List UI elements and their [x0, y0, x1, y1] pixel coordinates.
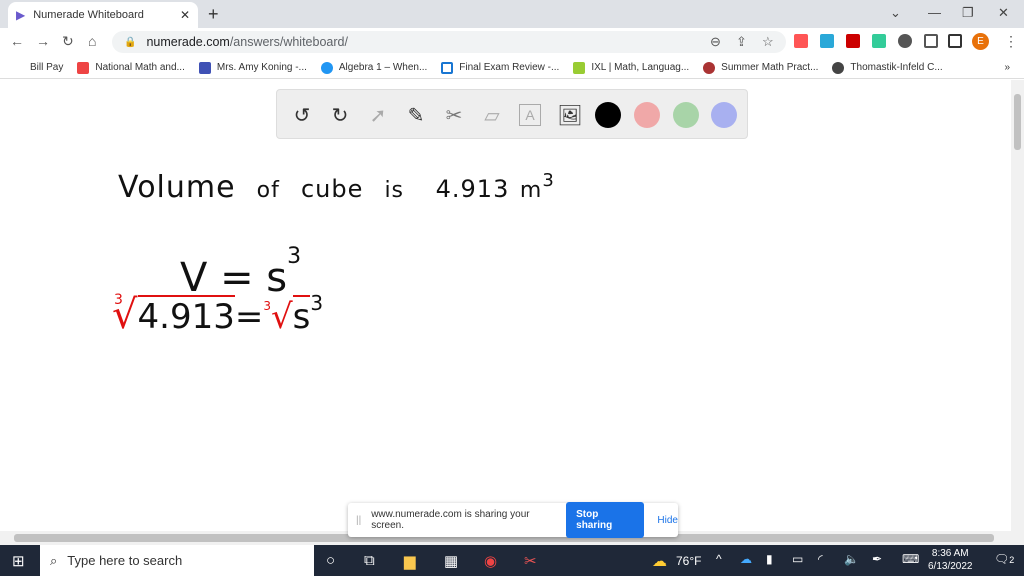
whiteboard-canvas[interactable]: Volume of cube is 4.913 m3 V = s3 3 √4.9…	[0, 80, 1011, 545]
handwritten-line-volume: Volume of cube is 4.913 m3	[118, 170, 555, 205]
drag-handle-icon[interactable]: ||	[356, 515, 361, 526]
cortana-icon[interactable]: ○	[326, 552, 335, 569]
bookmark-icon	[441, 61, 454, 74]
vertical-scrollbar[interactable]	[1011, 80, 1024, 545]
windows-start-icon[interactable]: ⊞	[12, 552, 25, 570]
lock-icon: 🔒	[124, 36, 137, 48]
more-bookmarks-button[interactable]: »	[1004, 62, 1010, 73]
zoom-icon[interactable]: ⊖	[710, 34, 721, 50]
extension-icon[interactable]	[820, 34, 834, 48]
redo-icon[interactable]: ↻	[327, 102, 353, 128]
text-tool-icon[interactable]: A	[519, 104, 541, 126]
pointer-icon[interactable]: ➚	[365, 102, 391, 128]
cast-icon[interactable]	[924, 34, 938, 48]
new-tab-button[interactable]: +	[208, 4, 219, 25]
forward-button[interactable]: →	[36, 33, 50, 49]
taskbar-search-input[interactable]: ⌕ Type here to search	[40, 545, 314, 576]
bookmark-star-icon[interactable]: ☆	[762, 34, 774, 50]
color-pink-swatch[interactable]	[634, 102, 660, 128]
wifi-icon[interactable]: ◜	[818, 552, 823, 566]
color-purple-swatch[interactable]	[711, 102, 737, 128]
menu-icon[interactable]: ⋮	[1004, 33, 1018, 50]
bookmark-icon	[198, 61, 211, 74]
search-icon: ⌕	[50, 552, 58, 568]
pen-workspace-icon[interactable]: ✒	[872, 552, 882, 566]
color-black-swatch[interactable]	[595, 102, 621, 128]
pen-icon[interactable]: ✎	[403, 102, 429, 128]
keyboard-icon[interactable]: ⌨	[902, 552, 919, 566]
whiteboard-toolbar: ↺ ↻ ➚ ✎ ✂ ▱ A 🖼	[276, 89, 748, 139]
profile-avatar[interactable]: E	[972, 33, 989, 50]
extension-icon[interactable]	[794, 34, 808, 48]
numerade-logo-icon: ▶	[16, 8, 26, 22]
extension-icon[interactable]	[872, 34, 886, 48]
equation-cube-root: 3 √4.913=3√s3	[112, 290, 324, 338]
close-window-button[interactable]: ✕	[998, 5, 1009, 21]
notifications-icon[interactable]: 🗨2	[994, 552, 1014, 566]
stop-sharing-button[interactable]: Stop sharing	[566, 502, 645, 538]
usb-icon[interactable]: ▮	[766, 552, 773, 566]
extensions-puzzle-icon[interactable]	[898, 34, 912, 48]
bookmark-item[interactable]: Bill Pay	[30, 62, 63, 73]
wordpress-icon	[320, 61, 333, 74]
bookmark-item[interactable]: Summer Math Pract...	[703, 61, 818, 74]
tab-bar: ▶ Numerade Whiteboard ✕ + ⌄ — ❐ ✕	[0, 0, 1024, 28]
url-input[interactable]: 🔒 numerade.com/answers/whiteboard/ ⊖ ⇪ ☆	[112, 31, 786, 53]
undo-icon[interactable]: ↺	[289, 102, 315, 128]
globe-icon	[832, 61, 845, 74]
close-tab-icon[interactable]: ✕	[180, 8, 190, 22]
show-hidden-icons[interactable]: ^	[716, 552, 722, 566]
bookmark-item[interactable]: Mrs. Amy Koning -...	[198, 61, 307, 74]
color-green-swatch[interactable]	[673, 102, 699, 128]
snipping-tool-icon[interactable]: ✂	[524, 552, 537, 570]
image-icon[interactable]: 🖼	[557, 102, 583, 128]
battery-icon[interactable]: ▭	[792, 552, 803, 566]
bookmark-item[interactable]: IXL | Math, Languag...	[573, 61, 689, 74]
chrome-icon[interactable]: ◉	[484, 552, 497, 570]
back-button[interactable]: ←	[10, 33, 24, 49]
hide-button[interactable]: Hide	[657, 515, 678, 526]
bookmark-icon	[77, 61, 90, 74]
tab-search-icon[interactable]: ⌄	[890, 5, 901, 21]
screen-share-bar: || www.numerade.com is sharing your scre…	[348, 502, 678, 538]
side-panel-icon[interactable]	[948, 34, 962, 48]
weather-temp[interactable]: 76°F	[676, 554, 701, 568]
store-icon[interactable]: ▦	[444, 552, 458, 570]
bookmark-item[interactable]: Final Exam Review -...	[441, 61, 559, 74]
bookmark-item[interactable]: Algebra 1 – When...	[320, 61, 427, 74]
share-icon[interactable]: ⇪	[736, 34, 747, 50]
restore-button[interactable]: ❐	[962, 5, 974, 21]
clock[interactable]: 8:36 AM 6/13/2022	[928, 547, 973, 573]
tab-numerade-whiteboard[interactable]: ▶ Numerade Whiteboard ✕	[8, 2, 198, 28]
bookmarks-bar: Bill Pay National Math and... Mrs. Amy K…	[0, 57, 1024, 79]
home-button[interactable]: ⌂	[88, 33, 96, 49]
eraser-icon[interactable]: ▱	[479, 102, 505, 128]
url-domain: numerade.com	[146, 35, 230, 49]
ixl-icon	[573, 61, 586, 74]
taskbar: ⊞ ⌕ Type here to search ○ ⧉ ▆ ▦ ◉ ✂ ☁ 76°…	[0, 545, 1024, 576]
bookmark-item[interactable]: National Math and...	[77, 61, 185, 74]
share-message: www.numerade.com is sharing your screen.	[371, 509, 530, 531]
volume-icon[interactable]: 🔈	[844, 552, 859, 566]
onedrive-icon[interactable]: ☁	[740, 552, 752, 566]
reload-button[interactable]: ↻	[62, 33, 74, 50]
tab-title: Numerade Whiteboard	[33, 9, 144, 21]
file-explorer-icon[interactable]: ▆	[404, 552, 416, 570]
tools-icon[interactable]: ✂	[441, 102, 467, 128]
weather-icon: ☁	[652, 553, 667, 570]
url-path: /answers/whiteboard/	[229, 35, 348, 49]
task-view-icon[interactable]: ⧉	[364, 552, 375, 569]
bookmark-item[interactable]: Thomastik-Infeld C...	[832, 61, 943, 74]
bookmark-icon	[703, 61, 716, 74]
pdf-extension-icon[interactable]	[846, 34, 860, 48]
minimize-button[interactable]: —	[928, 5, 941, 20]
